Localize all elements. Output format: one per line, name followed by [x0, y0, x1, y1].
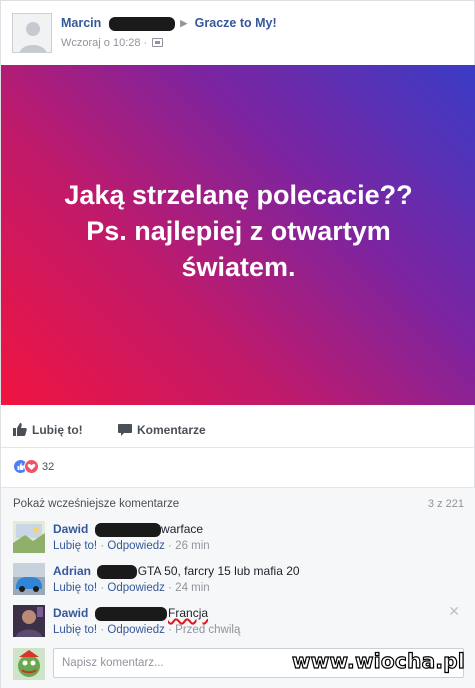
love-reaction-icon — [24, 459, 39, 475]
post-header: Marcin ▶ Gracze to My! Wczoraj o 10:28 · — [12, 13, 467, 55]
commenter-avatar[interactable] — [13, 605, 45, 637]
commenter-avatar[interactable] — [13, 563, 45, 595]
redaction-bar — [108, 16, 175, 31]
show-previous-comments-link[interactable]: Pokaż wcześniejsze komentarze — [13, 498, 179, 510]
comment-actions: Lubię to! · Odpowiedz · 24 min — [53, 582, 210, 594]
post-text-line: Ps. najlepiej z otwartym — [86, 216, 391, 246]
commenter-avatar[interactable] — [13, 521, 45, 553]
author-avatar[interactable] — [12, 13, 52, 53]
comment-body: Dawid warface — [53, 522, 203, 537]
comment-separator: · — [168, 624, 172, 636]
comment-item: Adrian GTA 50, farcry 15 lub mafia 20 Lu… — [13, 561, 464, 601]
current-user-avatar[interactable] — [13, 648, 45, 680]
meta-separator: · — [143, 37, 148, 49]
comment-icon — [118, 424, 132, 436]
commenter-name[interactable]: Adrian — [53, 564, 91, 578]
comment-label: Komentarze — [137, 423, 206, 437]
post-text-line: Jaką strzelanę polecacie?? — [64, 180, 413, 210]
thumbs-up-icon — [13, 423, 27, 436]
comment-button[interactable]: Komentarze — [118, 423, 206, 437]
post-text: Jaką strzelanę polecacie?? Ps. najlepiej… — [1, 177, 475, 285]
commenter-name[interactable]: Dawid — [53, 606, 88, 620]
comment-time[interactable]: 26 min — [175, 540, 210, 552]
comment-time[interactable]: 24 min — [175, 582, 210, 594]
post-card: Marcin ▶ Gracze to My! Wczoraj o 10:28 ·… — [0, 0, 475, 688]
redaction-bar — [94, 606, 167, 621]
comment-body: Dawid Francja — [53, 606, 208, 621]
arrow-right-icon: ▶ — [180, 18, 188, 29]
comment-actions: Lubię to! · Odpowiedz · 26 min — [53, 540, 210, 552]
comment-separator: · — [100, 540, 105, 552]
author-name[interactable]: Marcin — [61, 16, 101, 30]
comment-text: Francja — [168, 606, 209, 620]
post-text-line: światem. — [181, 252, 296, 282]
like-label: Lubię to! — [32, 423, 83, 437]
reactions-summary[interactable]: 32 — [13, 459, 54, 475]
reaction-count[interactable]: 32 — [42, 461, 54, 473]
comment-time[interactable]: Przed chwilą — [175, 624, 240, 636]
comment-reply-link[interactable]: Odpowiedz — [107, 582, 165, 594]
comment-separator: · — [100, 582, 105, 594]
comment-item: Dawid warface Lubię to! · Odpowiedz · 26… — [13, 519, 464, 559]
group-name[interactable]: Gracze to My! — [195, 16, 277, 30]
comment-separator: · — [100, 624, 105, 636]
comment-text: warface — [161, 522, 204, 536]
comment-like-link[interactable]: Lubię to! — [53, 582, 97, 594]
post-meta: Wczoraj o 10:28 · — [61, 37, 164, 49]
comment-reply-link[interactable]: Odpowiedz — [107, 540, 165, 552]
comment-separator: · — [168, 540, 172, 552]
comments-count: 3 z 221 — [427, 498, 464, 510]
comment-actions: Lubię to! · Odpowiedz · Przed chwilą — [53, 624, 240, 636]
redaction-bar — [97, 564, 138, 579]
comment-reply-link[interactable]: Odpowiedz — [107, 624, 165, 636]
comment-separator: · — [168, 582, 172, 594]
like-button[interactable]: Lubię to! — [13, 423, 83, 437]
comment-like-link[interactable]: Lubię to! — [53, 624, 97, 636]
comment-body: Adrian GTA 50, farcry 15 lub mafia 20 — [53, 564, 300, 579]
comment-item: Dawid Francja Lubię to! · Odpowiedz · Pr… — [13, 603, 464, 643]
comment-like-link[interactable]: Lubię to! — [53, 540, 97, 552]
commenter-name[interactable]: Dawid — [53, 522, 88, 536]
comment-text: GTA 50, farcry 15 lub mafia 20 — [137, 564, 300, 578]
redaction-bar — [94, 522, 161, 537]
more-comments-row: Pokaż wcześniejsze komentarze 3 z 221 — [13, 498, 464, 510]
watermark: www.wiocha.pl — [291, 648, 466, 673]
close-icon[interactable]: ✕ — [448, 603, 460, 620]
author-line: Marcin ▶ Gracze to My! — [61, 16, 277, 31]
post-actions: Lubię to! Komentarze — [1, 416, 475, 448]
post-timestamp[interactable]: Wczoraj o 10:28 — [61, 37, 140, 49]
group-icon — [152, 38, 164, 47]
post-text-banner: Jaką strzelanę polecacie?? Ps. najlepiej… — [1, 65, 475, 405]
